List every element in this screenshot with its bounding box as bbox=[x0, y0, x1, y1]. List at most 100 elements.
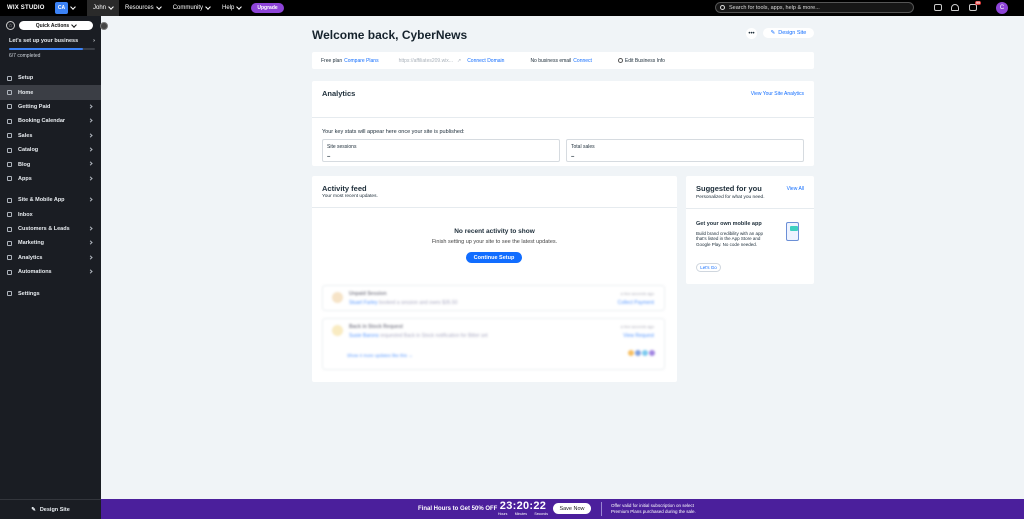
bell-icon[interactable] bbox=[951, 4, 959, 11]
chevron-right-icon bbox=[88, 240, 93, 245]
minutes-label: Minutes bbox=[514, 512, 527, 516]
sidebar-item-inbox[interactable]: Inbox bbox=[0, 208, 101, 222]
setup-progress-card[interactable]: Let's set up your business › 6/7 complete… bbox=[9, 38, 95, 59]
sidebar-item-label: Setup bbox=[18, 75, 34, 82]
upgrade-button[interactable]: Upgrade bbox=[251, 3, 284, 13]
sidebar-item-getting-paid[interactable]: Getting Paid bbox=[0, 100, 101, 114]
more-actions-button[interactable]: ••• bbox=[746, 28, 757, 39]
chevron-down-icon bbox=[71, 21, 78, 28]
suggestion-title: Get your own mobile app bbox=[696, 221, 762, 227]
activity-time: a few seconds ago bbox=[620, 324, 654, 329]
global-search[interactable]: Search for tools, apps, help & more... bbox=[715, 2, 914, 13]
site-url[interactable]: https://affiliates209.wix... bbox=[399, 58, 453, 64]
chevron-down-icon[interactable] bbox=[70, 4, 76, 10]
view-all-link[interactable]: View All bbox=[787, 186, 804, 192]
empty-state-title: No recent activity to show bbox=[454, 228, 535, 235]
sidebar-design-site-button[interactable]: ✎ Design Site bbox=[0, 499, 101, 519]
stat-label: Total sales bbox=[571, 144, 595, 150]
marketing-icon bbox=[7, 240, 12, 246]
stat-value: – bbox=[571, 154, 575, 160]
user-name: John bbox=[93, 5, 107, 11]
quick-actions-label: Quick Actions bbox=[35, 22, 70, 29]
sales-icon bbox=[7, 133, 12, 139]
star-icon[interactable]: ☆ bbox=[6, 21, 15, 30]
hours-label: Hours bbox=[498, 512, 508, 516]
sidebar-item-label: Automations bbox=[18, 269, 52, 276]
activity-text: booked a session and owes $35.50 bbox=[379, 300, 458, 306]
lets-go-button[interactable]: Let's Go bbox=[696, 263, 721, 272]
sidebar-item-label: Customers & Leads bbox=[18, 226, 70, 233]
chevron-down-icon bbox=[236, 4, 243, 10]
stat-total-sales: Total sales – bbox=[566, 139, 804, 162]
chevron-right-icon bbox=[88, 147, 93, 152]
activity-text: requested Back in Stock notification for… bbox=[380, 333, 488, 339]
sidebar-item-site-mobile-app[interactable]: Site & Mobile App bbox=[0, 193, 101, 207]
sidebar-item-label: Marketing bbox=[18, 240, 44, 247]
messages-icon[interactable] bbox=[934, 4, 942, 11]
sidebar-item-apps[interactable]: Apps bbox=[0, 172, 101, 186]
activity-feed-card: Activity feed Your most recent updates. … bbox=[312, 176, 677, 382]
sidebar-item-catalog[interactable]: Catalog bbox=[0, 143, 101, 157]
sidebar-item-booking-calendar[interactable]: Booking Calendar bbox=[0, 114, 101, 128]
sidebar-item-setup[interactable]: Setup bbox=[0, 71, 101, 85]
sidebar-item-label: Home bbox=[18, 89, 34, 96]
view-analytics-link[interactable]: View Your Site Analytics bbox=[751, 91, 804, 97]
edit-business-info-button[interactable]: Edit Business Info bbox=[617, 57, 665, 64]
countdown-timer: 23:20:22 Hours Minutes Seconds bbox=[498, 500, 548, 516]
analytics-card: Analytics View Your Site Analytics Your … bbox=[312, 81, 814, 166]
chevron-right-icon bbox=[88, 176, 93, 181]
calendar-icon bbox=[332, 292, 343, 303]
sidebar-item-label: Blog bbox=[18, 161, 31, 168]
quick-actions-button[interactable]: Quick Actions bbox=[19, 21, 93, 30]
sidebar-item-blog[interactable]: Blog bbox=[0, 157, 101, 171]
activity-desc: Susie Barons requested Back in Stock not… bbox=[349, 333, 488, 339]
avatar[interactable]: C bbox=[996, 2, 1008, 14]
suggested-card: Suggested for you Personalized for what … bbox=[686, 176, 814, 284]
inbox-icon bbox=[7, 212, 12, 218]
compare-plans-link[interactable]: Compare Plans bbox=[344, 58, 378, 64]
offer-text: Offer valid for initial subscription on … bbox=[611, 503, 696, 514]
sidebar-item-label: Booking Calendar bbox=[18, 118, 66, 125]
design-site-button[interactable]: ✎ Design Site bbox=[763, 28, 814, 38]
wix-studio-logo[interactable]: WIX STUDIO bbox=[0, 5, 50, 11]
activity-time: a few seconds ago bbox=[620, 291, 654, 296]
chevron-right-icon bbox=[88, 269, 93, 274]
app-icons bbox=[627, 349, 656, 357]
setup-icon bbox=[7, 75, 12, 81]
resources-menu[interactable]: Resources bbox=[119, 0, 167, 16]
save-now-button[interactable]: Save Now bbox=[553, 503, 591, 514]
sidebar-item-label: Getting Paid bbox=[18, 103, 51, 110]
resources-label: Resources bbox=[125, 5, 154, 11]
chevron-right-icon bbox=[88, 118, 93, 123]
community-menu[interactable]: Community bbox=[167, 0, 216, 16]
connect-domain-link[interactable]: Connect Domain bbox=[467, 58, 504, 64]
inbox-icon[interactable] bbox=[969, 4, 977, 11]
help-label: Help bbox=[222, 5, 235, 11]
bag-icon bbox=[332, 325, 343, 336]
external-link-icon[interactable]: ↗ bbox=[457, 58, 461, 64]
setup-title: Let's set up your business bbox=[9, 38, 79, 44]
sidebar-item-analytics[interactable]: Analytics bbox=[0, 251, 101, 265]
chevron-right-icon bbox=[88, 197, 93, 202]
sidebar-item-customers-leads[interactable]: Customers & Leads bbox=[0, 222, 101, 236]
gear-icon bbox=[617, 57, 623, 63]
sidebar-item-settings[interactable]: Settings bbox=[0, 286, 101, 300]
workspace-badge[interactable]: CA bbox=[55, 2, 68, 14]
customers-leads-icon bbox=[7, 226, 12, 232]
design-site-label: Design Site bbox=[778, 30, 807, 36]
sidebar-item-automations[interactable]: Automations bbox=[0, 265, 101, 279]
connect-email-link[interactable]: Connect bbox=[573, 58, 592, 64]
activity-title: Unpaid Session bbox=[349, 291, 387, 297]
chevron-down-icon bbox=[108, 4, 114, 10]
setup-completed-text: 6/7 completed bbox=[9, 53, 41, 59]
user-menu[interactable]: John bbox=[87, 0, 119, 16]
home-icon bbox=[7, 90, 12, 96]
continue-setup-button[interactable]: Continue Setup bbox=[466, 252, 522, 263]
activity-preview-item: Back in Stock Request Susie Barons reque… bbox=[322, 318, 665, 370]
catalog-icon bbox=[7, 147, 12, 153]
sidebar-item-marketing[interactable]: Marketing bbox=[0, 236, 101, 250]
sidebar-item-home[interactable]: Home bbox=[0, 85, 101, 100]
help-menu[interactable]: Help bbox=[216, 0, 247, 16]
sidebar-item-sales[interactable]: Sales bbox=[0, 129, 101, 143]
